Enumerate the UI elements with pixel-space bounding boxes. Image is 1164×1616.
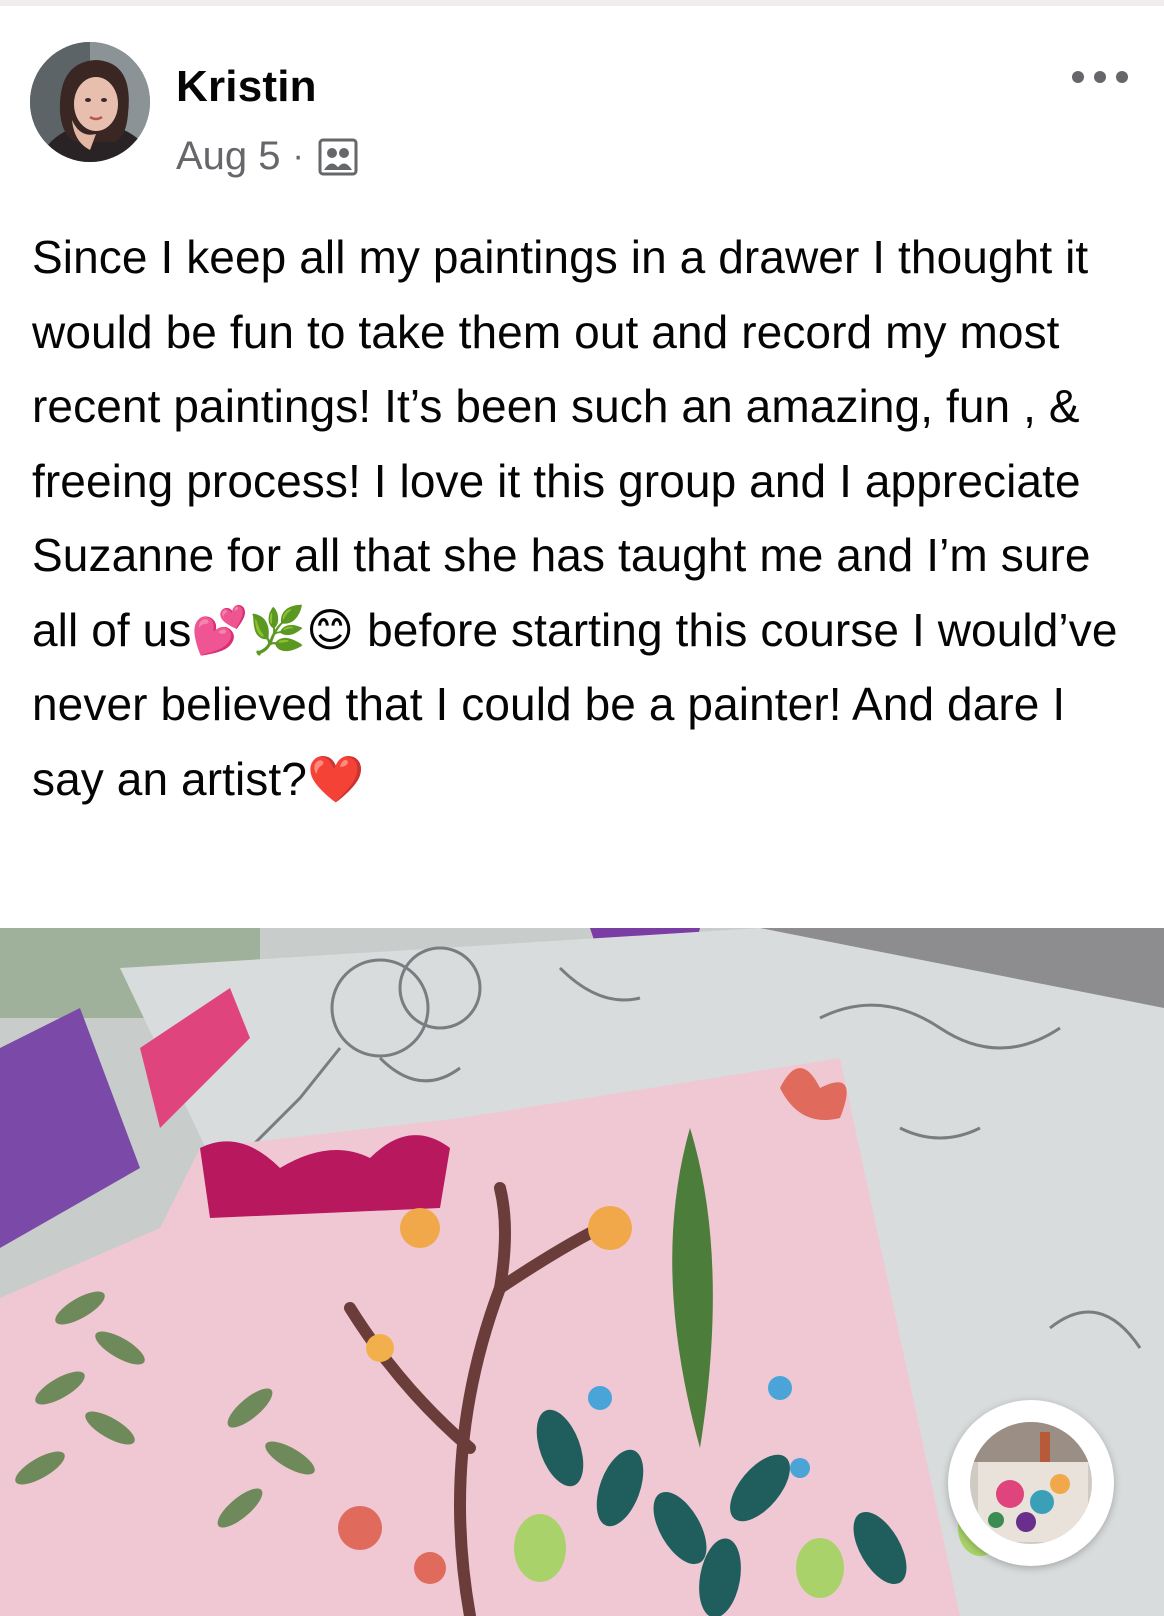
group-members-icon <box>318 137 358 177</box>
meta-separator: · <box>292 137 304 175</box>
mini-video-thumbnail[interactable] <box>948 1400 1114 1566</box>
more-dot <box>1094 71 1106 83</box>
mini-thumbnail-image <box>970 1422 1092 1544</box>
more-dot <box>1072 71 1084 83</box>
author-avatar[interactable] <box>30 42 150 162</box>
post-meta: Aug 5 · <box>176 134 358 179</box>
more-options-icon[interactable] <box>1072 62 1128 92</box>
post-text: Since I keep all my paintings in a drawe… <box>32 231 1131 805</box>
more-dot <box>1116 71 1128 83</box>
author-name[interactable]: Kristin <box>176 62 317 112</box>
post-date[interactable]: Aug 5 <box>176 134 281 179</box>
